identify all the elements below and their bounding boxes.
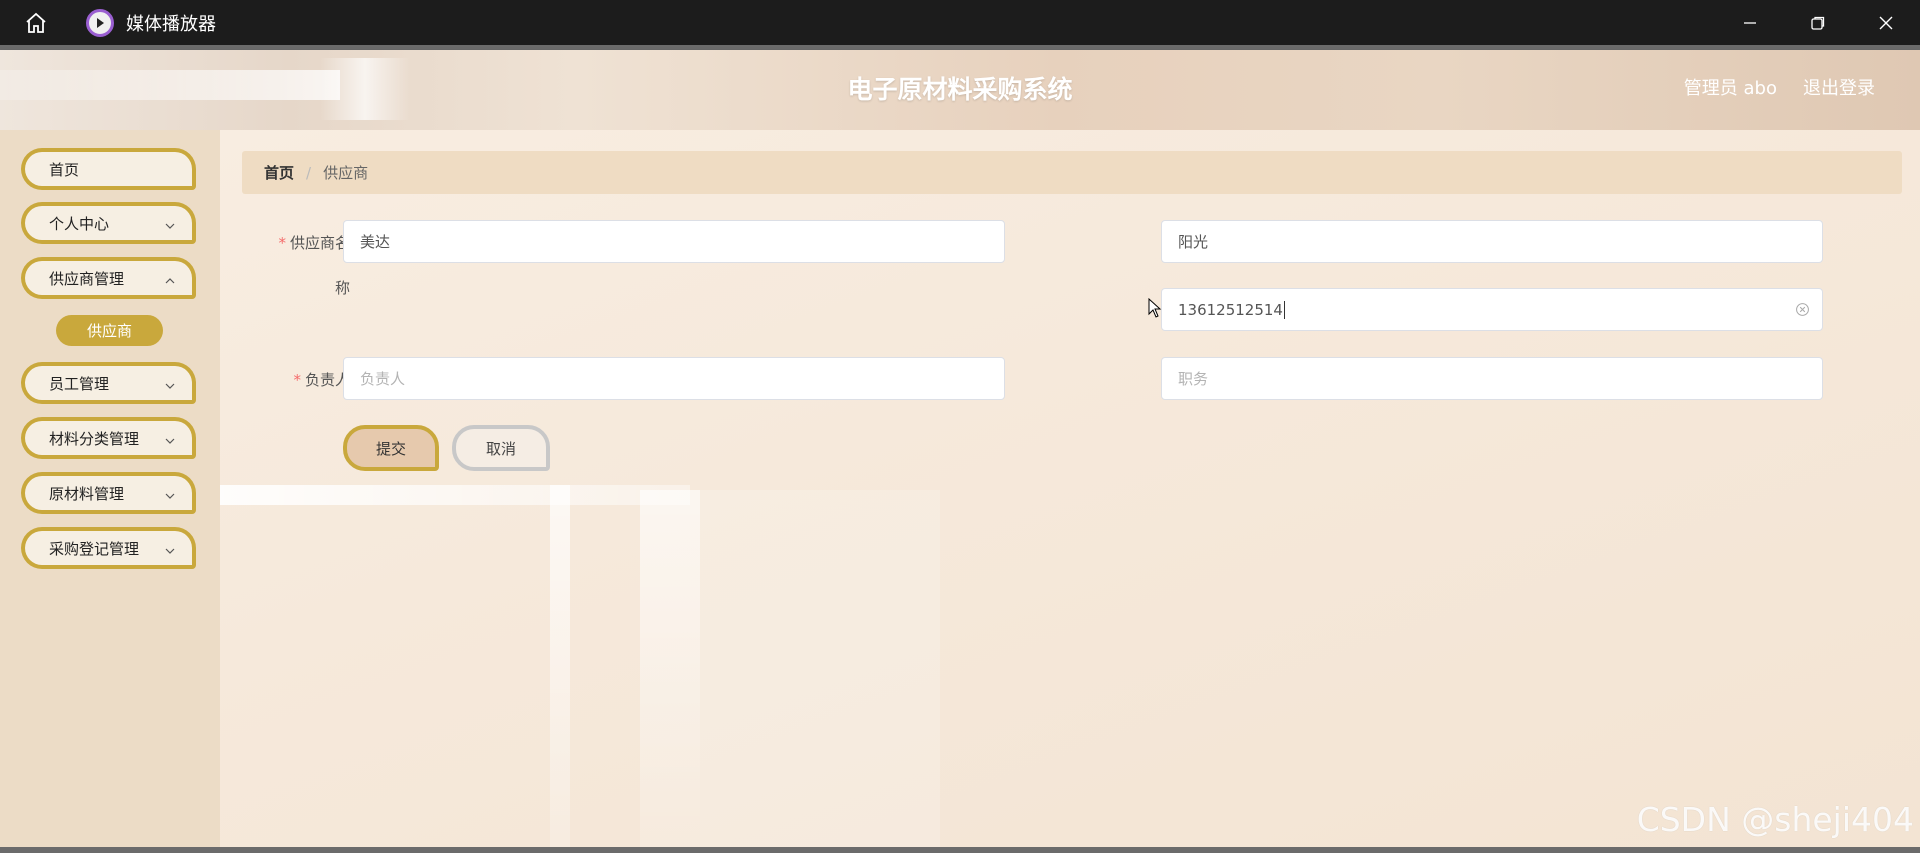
chevron-down-icon (164, 378, 176, 396)
clear-icon[interactable] (1795, 302, 1810, 321)
sidebar-subitem-supplier[interactable]: 供应商 (56, 315, 163, 346)
chevron-down-icon (164, 543, 176, 561)
breadcrumb-home[interactable]: 首页 (264, 162, 294, 183)
sidebar-item-personal-center[interactable]: 个人中心 (21, 202, 196, 244)
supplier-name-label: * 供应商名 (278, 234, 350, 252)
breadcrumb-separator: / (306, 163, 312, 182)
sidebar-item-label: 采购登记管理 (49, 539, 140, 558)
position-input[interactable]: 职务 (1161, 357, 1823, 400)
supplier-name-input[interactable]: 美达 (343, 220, 1005, 263)
watermark: CSDN @sheji404 (1636, 800, 1914, 839)
sidebar-item-label: 个人中心 (49, 214, 110, 233)
breadcrumb: 首页 / 供应商 (242, 151, 1902, 194)
app-header: 电子原材料采购系统 管理员 abo 退出登录 (0, 50, 1920, 130)
minimize-icon[interactable] (1716, 0, 1784, 45)
restore-icon[interactable] (1784, 0, 1852, 45)
close-icon[interactable] (1852, 0, 1920, 45)
window-titlebar: 媒体播放器 (0, 0, 1920, 45)
supplier-name-label-wrap: 称 (334, 279, 350, 297)
cancel-button[interactable]: 取消 (452, 425, 550, 471)
sidebar-item-label: 供应商管理 (49, 269, 125, 288)
phone-input[interactable]: 13612512514 (1161, 288, 1823, 331)
manager-input[interactable]: 负责人 (343, 357, 1005, 400)
sidebar-item-label: 首页 (49, 160, 80, 179)
sidebar-item-label: 员工管理 (49, 374, 110, 393)
main-content: 首页 / 供应商 *供应商名 称 美达 地址 阳光 联系电话 136125125… (220, 130, 1920, 847)
logout-link[interactable]: 退出登录 (1803, 74, 1875, 100)
mouse-cursor-icon (1148, 297, 1162, 322)
sidebar-item-label: 材料分类管理 (49, 429, 140, 448)
chevron-down-icon (164, 488, 176, 506)
breadcrumb-current: 供应商 (323, 164, 369, 182)
home-icon[interactable] (0, 0, 72, 45)
sidebar-item-raw-material[interactable]: 原材料管理 (21, 472, 196, 514)
sidebar-item-home[interactable]: 首页 (21, 148, 196, 190)
sidebar-item-purchase-registration[interactable]: 采购登记管理 (21, 527, 196, 569)
text-caret (1283, 300, 1285, 319)
sidebar-item-supplier-management[interactable]: 供应商管理 (21, 257, 196, 299)
chevron-down-icon (164, 218, 176, 236)
sidebar-item-label: 原材料管理 (49, 484, 125, 503)
chevron-up-icon (164, 273, 176, 291)
sidebar-item-employee-management[interactable]: 员工管理 (21, 362, 196, 404)
window-title: 媒体播放器 (126, 13, 216, 35)
sidebar-item-material-category[interactable]: 材料分类管理 (21, 417, 196, 459)
manager-label: * 负责人 (293, 371, 350, 389)
admin-username: 管理员 abo (1683, 78, 1777, 99)
sidebar: 首页 个人中心 供应商管理 供应商 员工管理 材料分类管理 原材料管理 采购登记… (0, 130, 220, 847)
system-title: 电子原材料采购系统 (847, 75, 1073, 104)
submit-button[interactable]: 提交 (343, 425, 439, 471)
bottom-border (0, 847, 1920, 853)
address-input[interactable]: 阳光 (1161, 220, 1823, 263)
chevron-down-icon (164, 433, 176, 451)
media-player-logo-icon (86, 8, 114, 37)
